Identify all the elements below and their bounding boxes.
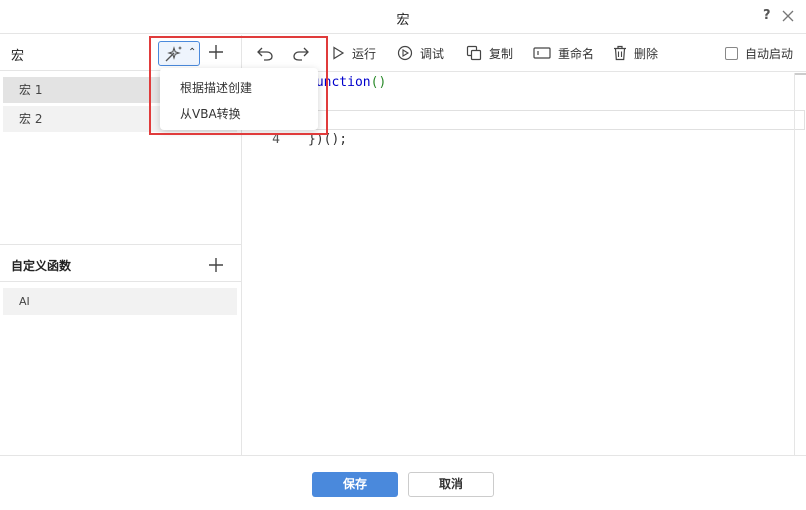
trash-icon <box>614 45 626 61</box>
rename-button[interactable]: 重命名 <box>533 35 594 71</box>
chevron-up-icon: ⌃ <box>188 47 197 58</box>
dialog-footer: 保存 取消 <box>0 455 806 510</box>
active-line-highlight <box>242 110 805 130</box>
macro-list-header: 宏 ⌃ <box>0 35 241 71</box>
redo-icon <box>293 47 309 61</box>
delete-button[interactable]: 删除 <box>613 35 658 71</box>
code-paren: () <box>370 75 387 90</box>
line-number: 4 <box>272 132 280 147</box>
ai-create-dropdown-button[interactable]: ⌃ <box>158 41 200 66</box>
add-macro-button[interactable] <box>207 43 225 61</box>
code-editor[interactable]: function() 4 })(); <box>242 73 805 455</box>
auto-start-toggle[interactable]: 自动启动 <box>725 35 793 71</box>
ai-create-menu: 根据描述创建 从VBA转换 <box>160 68 318 130</box>
close-icon[interactable] <box>781 9 795 23</box>
scrollbar-thumb[interactable] <box>795 73 806 75</box>
sparkle-icon <box>165 46 182 62</box>
custom-function-title: 自定义函数 <box>11 259 72 273</box>
cancel-button[interactable]: 取消 <box>408 472 494 497</box>
function-list-item[interactable]: AI <box>3 288 237 315</box>
add-function-button[interactable] <box>207 256 225 274</box>
debug-label: 调试 <box>420 46 445 61</box>
rename-label: 重命名 <box>558 46 595 61</box>
copy-label: 复制 <box>489 46 514 61</box>
editor-scrollbar[interactable] <box>794 73 806 455</box>
code-text: })(); <box>308 130 347 150</box>
editor-toolbar: 运行 调试 复制 重命名 删除 自动启动 <box>242 35 806 72</box>
run-label: 运行 <box>352 46 377 61</box>
auto-start-label: 自动启动 <box>745 46 794 61</box>
auto-start-checkbox[interactable] <box>725 46 738 60</box>
undo-icon <box>257 47 273 61</box>
custom-function-header: 自定义函数 <box>0 244 241 282</box>
custom-function-list: AI <box>3 288 237 315</box>
menu-item-convert-from-vba[interactable]: 从VBA转换 <box>180 105 241 122</box>
dialog-title: 宏 <box>396 13 410 28</box>
undo-button[interactable] <box>256 35 274 71</box>
copy-button[interactable]: 复制 <box>466 35 513 71</box>
run-button[interactable]: 运行 <box>331 35 376 71</box>
title-bar: 宏 ? <box>0 0 806 34</box>
rename-icon <box>533 47 551 59</box>
macro-list-title: 宏 <box>11 49 25 64</box>
menu-item-create-from-description[interactable]: 根据描述创建 <box>180 79 252 96</box>
help-button[interactable]: ? <box>763 8 771 23</box>
play-icon <box>333 46 345 60</box>
code-punct: })(); <box>308 132 348 147</box>
code-line: 4 })(); <box>242 130 794 158</box>
delete-label: 删除 <box>634 46 659 61</box>
code-text: function() <box>308 73 386 93</box>
redo-button[interactable] <box>292 35 310 71</box>
code-line: function() <box>242 73 794 101</box>
debug-button[interactable]: 调试 <box>397 35 444 71</box>
debug-icon <box>397 45 413 61</box>
save-button[interactable]: 保存 <box>312 472 398 497</box>
copy-icon <box>466 45 482 61</box>
